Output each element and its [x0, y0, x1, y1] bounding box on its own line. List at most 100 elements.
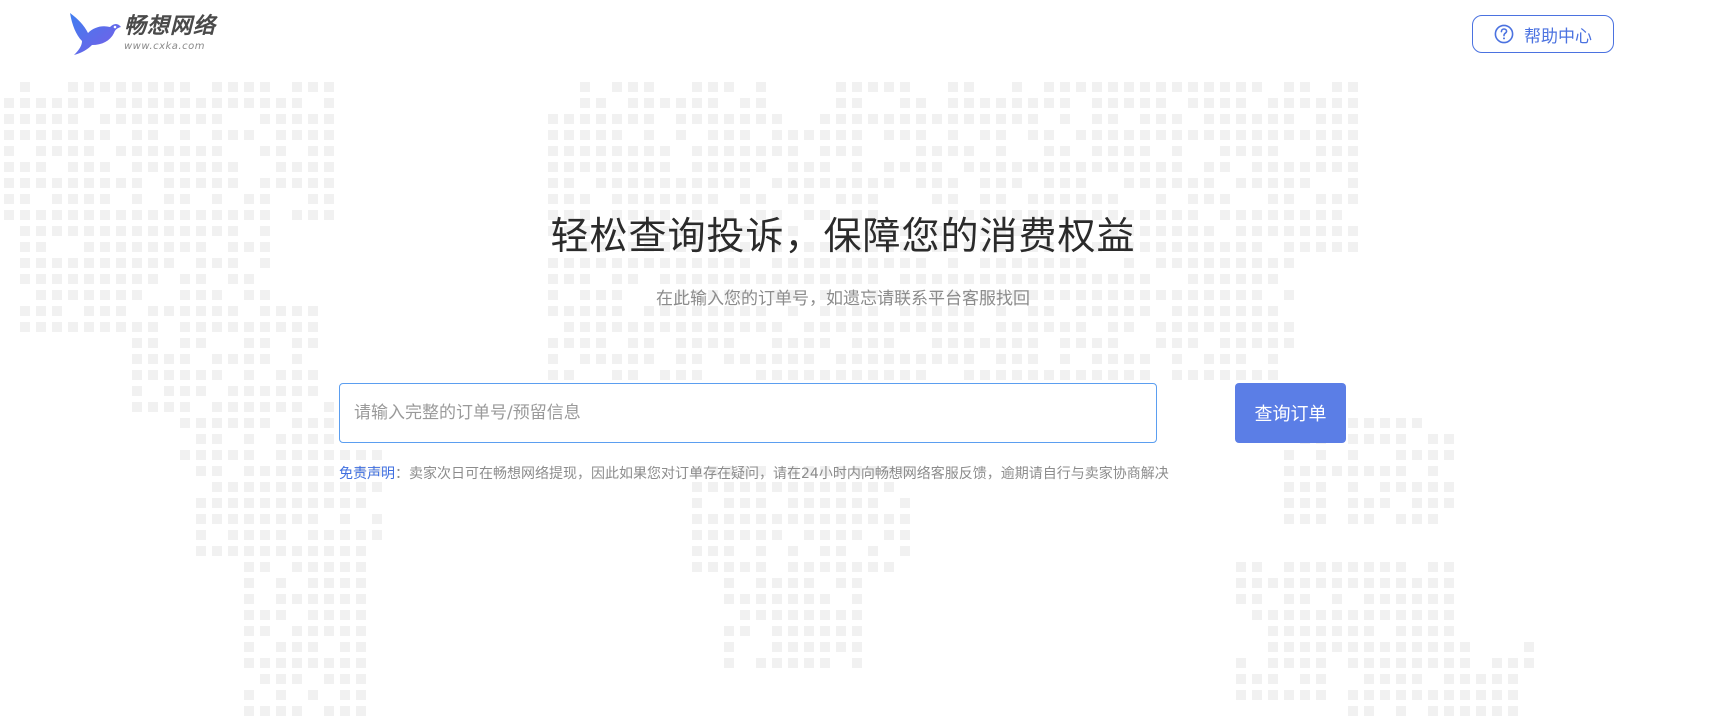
map-dot: [1300, 626, 1310, 636]
map-dot: [1060, 146, 1070, 156]
map-dot: [1188, 322, 1198, 332]
map-dot: [980, 130, 990, 140]
map-dot: [212, 482, 222, 492]
map-dot: [1220, 274, 1230, 284]
map-dot: [836, 562, 846, 572]
map-dot: [884, 482, 894, 492]
map-dot: [1284, 466, 1294, 476]
logo[interactable]: 畅想网络 www.cxka.com: [68, 10, 216, 58]
map-dot: [756, 146, 766, 156]
map-dot: [212, 418, 222, 428]
map-dot: [324, 706, 334, 716]
map-dot: [308, 162, 318, 172]
map-dot: [324, 466, 334, 476]
map-dot: [724, 594, 734, 604]
map-dot: [324, 82, 334, 92]
map-dot: [260, 658, 270, 668]
map-dot: [804, 322, 814, 332]
map-dot: [292, 594, 302, 604]
map-dot: [244, 690, 254, 700]
map-dot: [1268, 578, 1278, 588]
map-dot: [244, 354, 254, 364]
map-dot: [1060, 162, 1070, 172]
map-dot: [148, 82, 158, 92]
order-search-input[interactable]: [339, 383, 1157, 443]
map-dot: [1364, 434, 1374, 444]
help-center-button[interactable]: 帮助中心: [1472, 15, 1614, 53]
map-dot: [1316, 130, 1326, 140]
map-dot: [1348, 146, 1358, 156]
map-dot: [868, 498, 878, 508]
map-dot: [1140, 114, 1150, 124]
map-dot: [804, 642, 814, 652]
map-dot: [916, 98, 926, 108]
query-order-button[interactable]: 查询订单: [1235, 383, 1346, 443]
map-dot: [324, 162, 334, 172]
map-dot: [1332, 562, 1342, 572]
map-dot: [196, 450, 206, 460]
map-dot: [1508, 706, 1518, 716]
map-dot: [772, 130, 782, 140]
map-dot: [788, 514, 798, 524]
map-dot: [1012, 114, 1022, 124]
map-dot: [1204, 114, 1214, 124]
map-dot: [788, 178, 798, 188]
map-dot: [1348, 514, 1358, 524]
map-dot: [1092, 370, 1102, 380]
map-dot: [756, 274, 766, 284]
map-dot: [132, 162, 142, 172]
map-dot: [996, 114, 1006, 124]
world-map-background: [4, 82, 1534, 716]
map-dot: [964, 370, 974, 380]
map-dot: [980, 194, 990, 204]
map-dot: [1236, 98, 1246, 108]
map-dot: [1060, 338, 1070, 348]
map-dot: [260, 386, 270, 396]
map-dot: [948, 322, 958, 332]
map-dot: [212, 178, 222, 188]
map-dot: [836, 546, 846, 556]
map-dot: [804, 594, 814, 604]
map-dot: [340, 626, 350, 636]
map-dot: [292, 514, 302, 524]
map-dot: [964, 114, 974, 124]
map-dot: [580, 354, 590, 364]
map-dot: [356, 530, 366, 540]
map-dot: [660, 98, 670, 108]
map-dot: [196, 370, 206, 380]
map-dot: [884, 82, 894, 92]
map-dot: [900, 530, 910, 540]
map-dot: [1236, 338, 1246, 348]
map-dot: [1300, 690, 1310, 700]
map-dot: [820, 642, 830, 652]
map-dot: [340, 594, 350, 604]
map-dot: [1300, 466, 1310, 476]
map-dot: [100, 322, 110, 332]
map-dot: [260, 354, 270, 364]
map-dot: [1524, 658, 1534, 668]
map-dot: [548, 194, 558, 204]
map-dot: [820, 546, 830, 556]
map-dot: [1348, 482, 1358, 492]
help-center-label: 帮助中心: [1524, 26, 1592, 47]
map-dot: [1044, 130, 1054, 140]
map-dot: [308, 338, 318, 348]
map-dot: [116, 274, 126, 284]
map-dot: [900, 322, 910, 332]
map-dot: [324, 578, 334, 588]
map-dot: [564, 370, 574, 380]
map-dot: [1268, 178, 1278, 188]
map-dot: [212, 434, 222, 444]
map-dot: [772, 114, 782, 124]
map-dot: [1300, 594, 1310, 604]
map-dot: [868, 322, 878, 332]
map-dot: [20, 274, 30, 284]
map-dot: [340, 690, 350, 700]
map-dot: [740, 354, 750, 364]
map-dot: [1364, 658, 1374, 668]
map-dot: [84, 82, 94, 92]
map-dot: [1236, 274, 1246, 284]
map-dot: [916, 274, 926, 284]
map-dot: [932, 274, 942, 284]
map-dot: [1364, 610, 1374, 620]
